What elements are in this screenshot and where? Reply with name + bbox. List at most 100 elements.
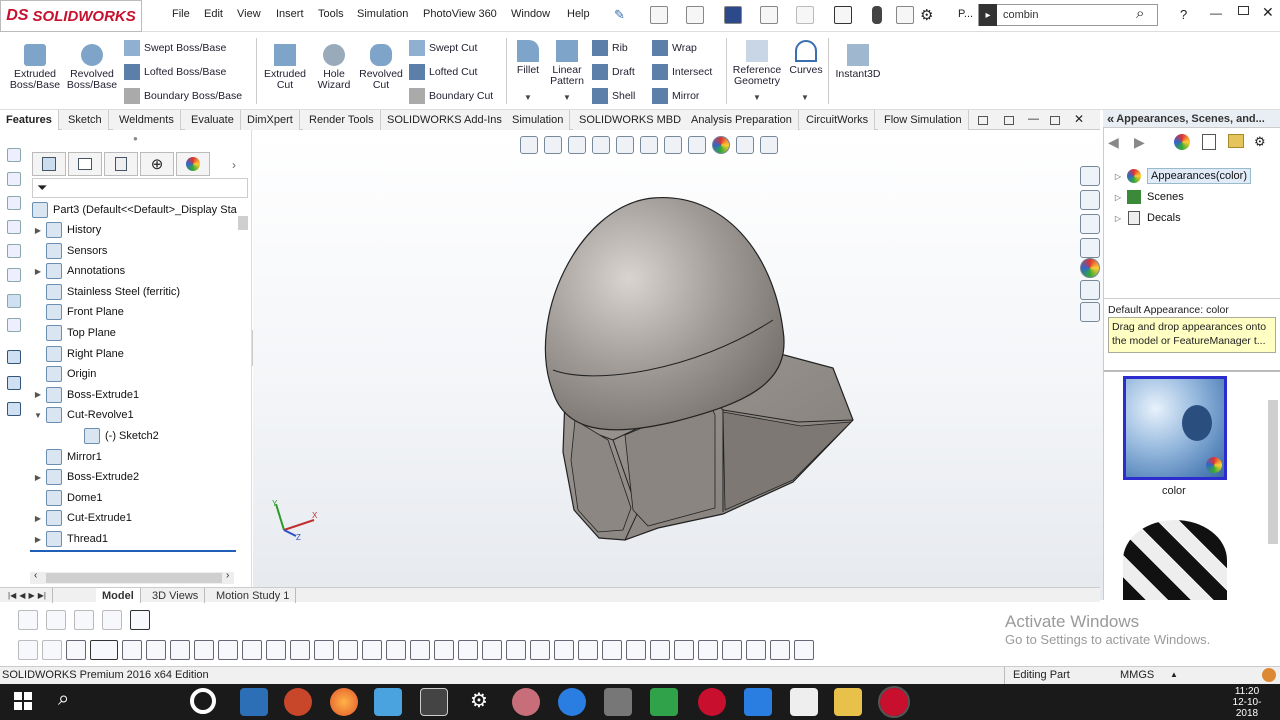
pinned-p-app-icon[interactable] xyxy=(284,688,312,716)
units-label[interactable]: MMGS xyxy=(1120,669,1154,681)
options-gear-icon[interactable]: ⚙ xyxy=(920,6,933,24)
filter-toggle-icon[interactable] xyxy=(18,640,38,660)
cortana-icon[interactable] xyxy=(190,688,216,714)
add-file-location-icon[interactable] xyxy=(1202,134,1216,150)
sketch-tool-icon[interactable] xyxy=(7,220,21,234)
folder-icon[interactable] xyxy=(834,688,862,716)
tree-item[interactable]: ▶ Boss-Extrude2 xyxy=(32,467,242,487)
cap-nut-model[interactable] xyxy=(253,130,1103,600)
clock[interactable]: 11:20 12-10-2018 xyxy=(1222,686,1272,719)
sketch-tool-icon[interactable] xyxy=(7,318,21,332)
filter-bar[interactable]: ⏷ xyxy=(32,178,248,198)
camera-icon[interactable] xyxy=(790,688,818,716)
tab-model[interactable]: Model xyxy=(96,588,141,603)
tree-item[interactable]: Right Plane xyxy=(32,344,242,364)
filter-icon[interactable] xyxy=(626,640,646,660)
scrollbar-thumb[interactable] xyxy=(46,573,222,583)
swept-boss-button[interactable]: Swept Boss/Base xyxy=(124,40,226,56)
calculator-icon[interactable] xyxy=(420,688,448,716)
filter-icon[interactable] xyxy=(42,640,62,660)
tree-item[interactable]: ▶ History xyxy=(32,220,242,240)
tree-root[interactable]: Part3 (Default<<Default>_Display Sta xyxy=(30,200,250,220)
expand-icon[interactable]: ▷ xyxy=(1112,172,1124,181)
expand-icon[interactable]: ▶ xyxy=(32,226,44,235)
sketch-tool-icon[interactable] xyxy=(7,268,21,282)
tab-features[interactable]: Features xyxy=(0,110,59,130)
panel-grip-icon[interactable]: ● xyxy=(133,134,138,143)
tree-decals[interactable]: ▷ Decals xyxy=(1112,208,1272,228)
fillet-dropdown-icon[interactable]: ▼ xyxy=(524,93,532,102)
tree-item[interactable]: ▶ Boss-Extrude1 xyxy=(32,385,242,405)
rebuild-icon[interactable] xyxy=(872,6,882,24)
undo-icon[interactable] xyxy=(796,6,814,24)
tree-appearances[interactable]: ▷ Appearances(color) xyxy=(1112,166,1272,186)
menu-insert[interactable]: Insert xyxy=(276,8,304,20)
sketch-tool-icon[interactable] xyxy=(74,610,94,630)
appearance-swatch-color[interactable] xyxy=(1123,376,1227,480)
menu-simulation[interactable]: Simulation xyxy=(357,8,408,20)
new-document-icon[interactable] xyxy=(650,6,668,24)
filter-icon[interactable] xyxy=(146,640,166,660)
filter-icon[interactable] xyxy=(410,640,430,660)
tab-analysis-preparation[interactable]: Analysis Preparation xyxy=(685,110,799,130)
windows-start-icon[interactable] xyxy=(14,692,32,710)
tab-flow-simulation[interactable]: Flow Simulation xyxy=(878,110,969,130)
app-icon[interactable] xyxy=(512,688,540,716)
dimxpertmanager-tab[interactable]: ⊕ xyxy=(140,152,174,176)
options-icon[interactable]: ⚙ xyxy=(1254,134,1266,150)
filter-icon[interactable] xyxy=(266,640,286,660)
expand-icon[interactable]: ▶ xyxy=(32,267,44,276)
help-icon[interactable]: ? xyxy=(1180,7,1187,22)
doc-restore-icon[interactable] xyxy=(1050,116,1060,125)
menu-edit[interactable]: Edit xyxy=(204,8,223,20)
intersect-button[interactable]: Intersect xyxy=(652,64,712,80)
close-icon[interactable]: ✕ xyxy=(1262,4,1274,21)
filter-icon[interactable] xyxy=(314,640,334,660)
solidworks-2016-icon[interactable] xyxy=(698,688,726,716)
filter-icon[interactable] xyxy=(386,640,406,660)
swatch-scrollbar[interactable] xyxy=(1268,400,1278,544)
tree-item[interactable]: ▶ Annotations xyxy=(32,261,242,281)
rebuild-status-icon[interactable] xyxy=(1262,668,1276,682)
propertymanager-tab[interactable] xyxy=(68,152,102,176)
menu-help[interactable]: Help xyxy=(567,8,590,20)
expand-icon[interactable]: ▼ xyxy=(32,411,44,420)
expand-icon[interactable]: ▶ xyxy=(32,473,44,482)
open-icon[interactable] xyxy=(686,6,704,24)
filter-icon[interactable] xyxy=(290,640,310,660)
filter-icon[interactable] xyxy=(242,640,262,660)
select-arrow-icon[interactable] xyxy=(90,640,118,660)
filter-icon[interactable] xyxy=(602,640,622,660)
app-icon[interactable] xyxy=(650,688,678,716)
collapse-pane-icon[interactable]: « xyxy=(1107,111,1114,126)
tile-window-icon[interactable] xyxy=(1004,116,1014,125)
scroll-left-icon[interactable]: ‹ xyxy=(34,570,37,581)
reference-geometry-button[interactable]: Reference Geometry xyxy=(730,40,784,87)
minimize-icon[interactable]: — xyxy=(1210,6,1222,20)
filter-icon[interactable] xyxy=(674,640,694,660)
tab-evaluate[interactable]: Evaluate xyxy=(185,110,241,130)
tree-scenes[interactable]: ▷ Scenes xyxy=(1112,187,1272,207)
tree-item[interactable]: ▶ Thread1 xyxy=(32,529,242,549)
display-tool-icon[interactable] xyxy=(7,376,21,390)
scroll-right-icon[interactable]: › xyxy=(226,570,229,581)
filter-icon[interactable] xyxy=(218,640,238,660)
sketch-tool-icon[interactable] xyxy=(7,172,21,186)
tree-item[interactable]: Origin xyxy=(32,364,242,384)
sketch-tool-icon[interactable] xyxy=(18,610,38,630)
reference-dropdown-icon[interactable]: ▼ xyxy=(753,93,761,102)
filter-icon[interactable] xyxy=(506,640,526,660)
filter-icon[interactable] xyxy=(362,640,382,660)
forward-icon[interactable]: ▶ xyxy=(1134,134,1145,151)
shell-button[interactable]: Shell xyxy=(592,88,635,104)
tab-nav-icons[interactable]: |◀ ◀ ▶ ▶| xyxy=(2,588,53,603)
rollback-bar[interactable] xyxy=(30,550,236,552)
expand-icon[interactable]: ▶ xyxy=(32,535,44,544)
sketch-tool-icon[interactable] xyxy=(7,244,21,258)
boundary-cut-button[interactable]: Boundary Cut xyxy=(409,88,493,104)
design-library-icon[interactable] xyxy=(1080,190,1100,210)
filter-icon[interactable] xyxy=(554,640,574,660)
instant3d-button[interactable]: Instant3D xyxy=(832,44,884,80)
solidworks-logo[interactable]: DS SOLIDWORKS xyxy=(0,0,142,32)
filter-icon[interactable] xyxy=(482,640,502,660)
